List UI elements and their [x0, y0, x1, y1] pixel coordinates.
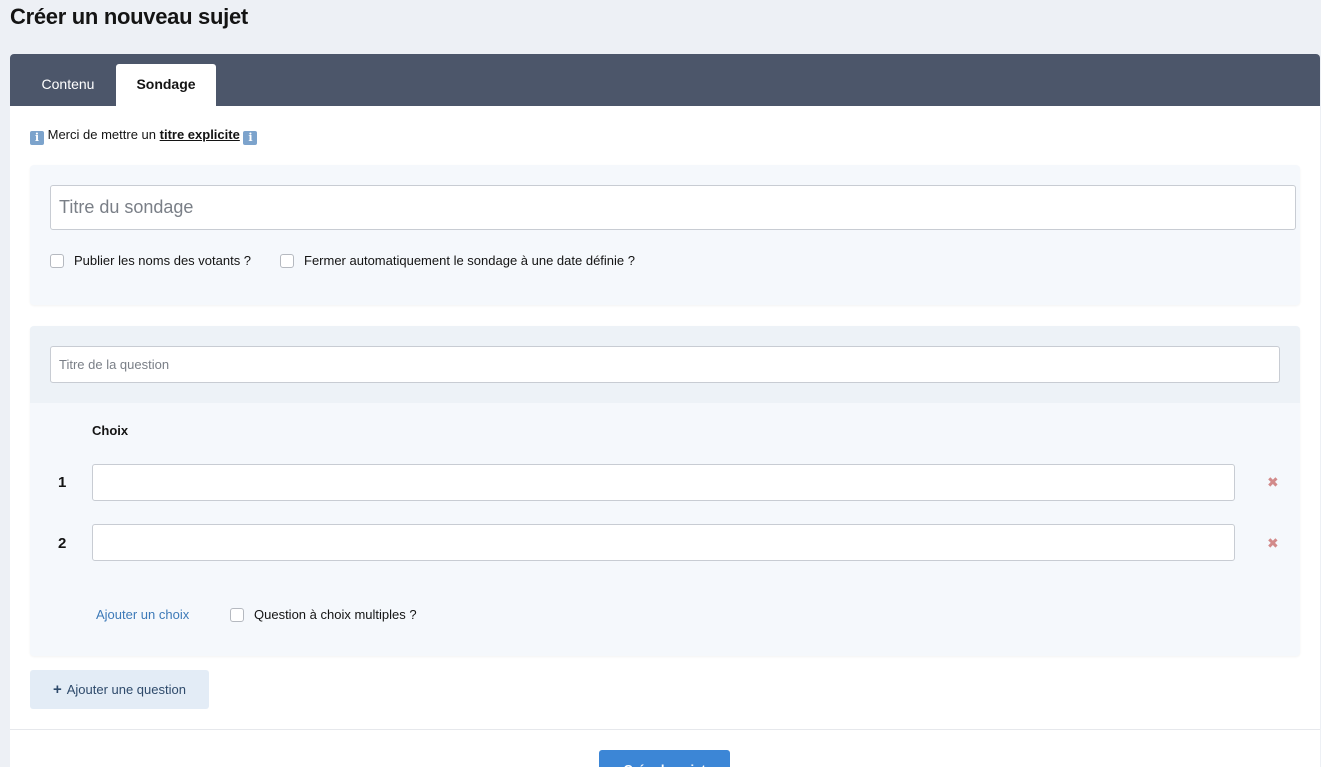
submit-button[interactable]: Créer le sujet	[599, 750, 730, 767]
delete-choice-icon[interactable]: ✖	[1267, 474, 1279, 491]
info-icon: i	[243, 131, 258, 145]
choice-number: 2	[58, 535, 67, 552]
poll-settings-box: Titre du sondage Publier les noms des vo…	[30, 165, 1300, 305]
add-choice-link[interactable]: Ajouter un choix	[96, 607, 189, 622]
question-box: Titre de la question Choix 1 ✖ 2 ✖ Ajout…	[30, 326, 1300, 656]
info-text: Merci de mettre un	[47, 127, 156, 142]
page-title: Créer un nouveau sujet	[10, 4, 248, 29]
question-title-input[interactable]: Titre de la question	[50, 346, 1280, 383]
multiple-choice-checkbox[interactable]	[230, 607, 244, 622]
delete-choice-icon[interactable]: ✖	[1267, 535, 1279, 552]
add-question-label: Ajouter une question	[66, 682, 186, 697]
info-notice: i Merci de mettre un titre explicite i	[30, 127, 258, 145]
choice-input-1[interactable]	[92, 464, 1235, 501]
poll-title-input[interactable]: Titre du sondage	[50, 185, 1296, 230]
publish-voters-checkbox[interactable]	[50, 253, 64, 268]
info-icon: i	[30, 131, 44, 145]
publish-voters-option[interactable]: Publier les noms des votants ?	[50, 253, 251, 268]
multiple-choice-option[interactable]: Question à choix multiples ?	[230, 607, 417, 622]
choices-header: Choix	[92, 423, 129, 438]
divider	[10, 729, 1320, 730]
info-emphasis: titre explicite	[159, 127, 240, 142]
add-question-button[interactable]: + Ajouter une question	[30, 670, 209, 709]
choice-number: 1	[58, 474, 67, 491]
plus-icon: +	[53, 681, 62, 698]
multiple-choice-label: Question à choix multiples ?	[254, 607, 417, 622]
choice-input-2[interactable]	[92, 524, 1235, 561]
auto-close-checkbox[interactable]	[280, 253, 294, 268]
auto-close-option[interactable]: Fermer automatiquement le sondage à une …	[280, 253, 635, 268]
tab-bar: Contenu Sondage	[10, 54, 1320, 106]
publish-voters-label: Publier les noms des votants ?	[74, 253, 252, 268]
tab-poll[interactable]: Sondage	[116, 64, 216, 106]
auto-close-label: Fermer automatiquement le sondage à une …	[304, 253, 635, 268]
tab-content[interactable]: Contenu	[20, 64, 116, 106]
editor-panel: Contenu Sondage i Merci de mettre un tit…	[10, 54, 1320, 767]
question-header: Titre de la question	[30, 326, 1300, 403]
